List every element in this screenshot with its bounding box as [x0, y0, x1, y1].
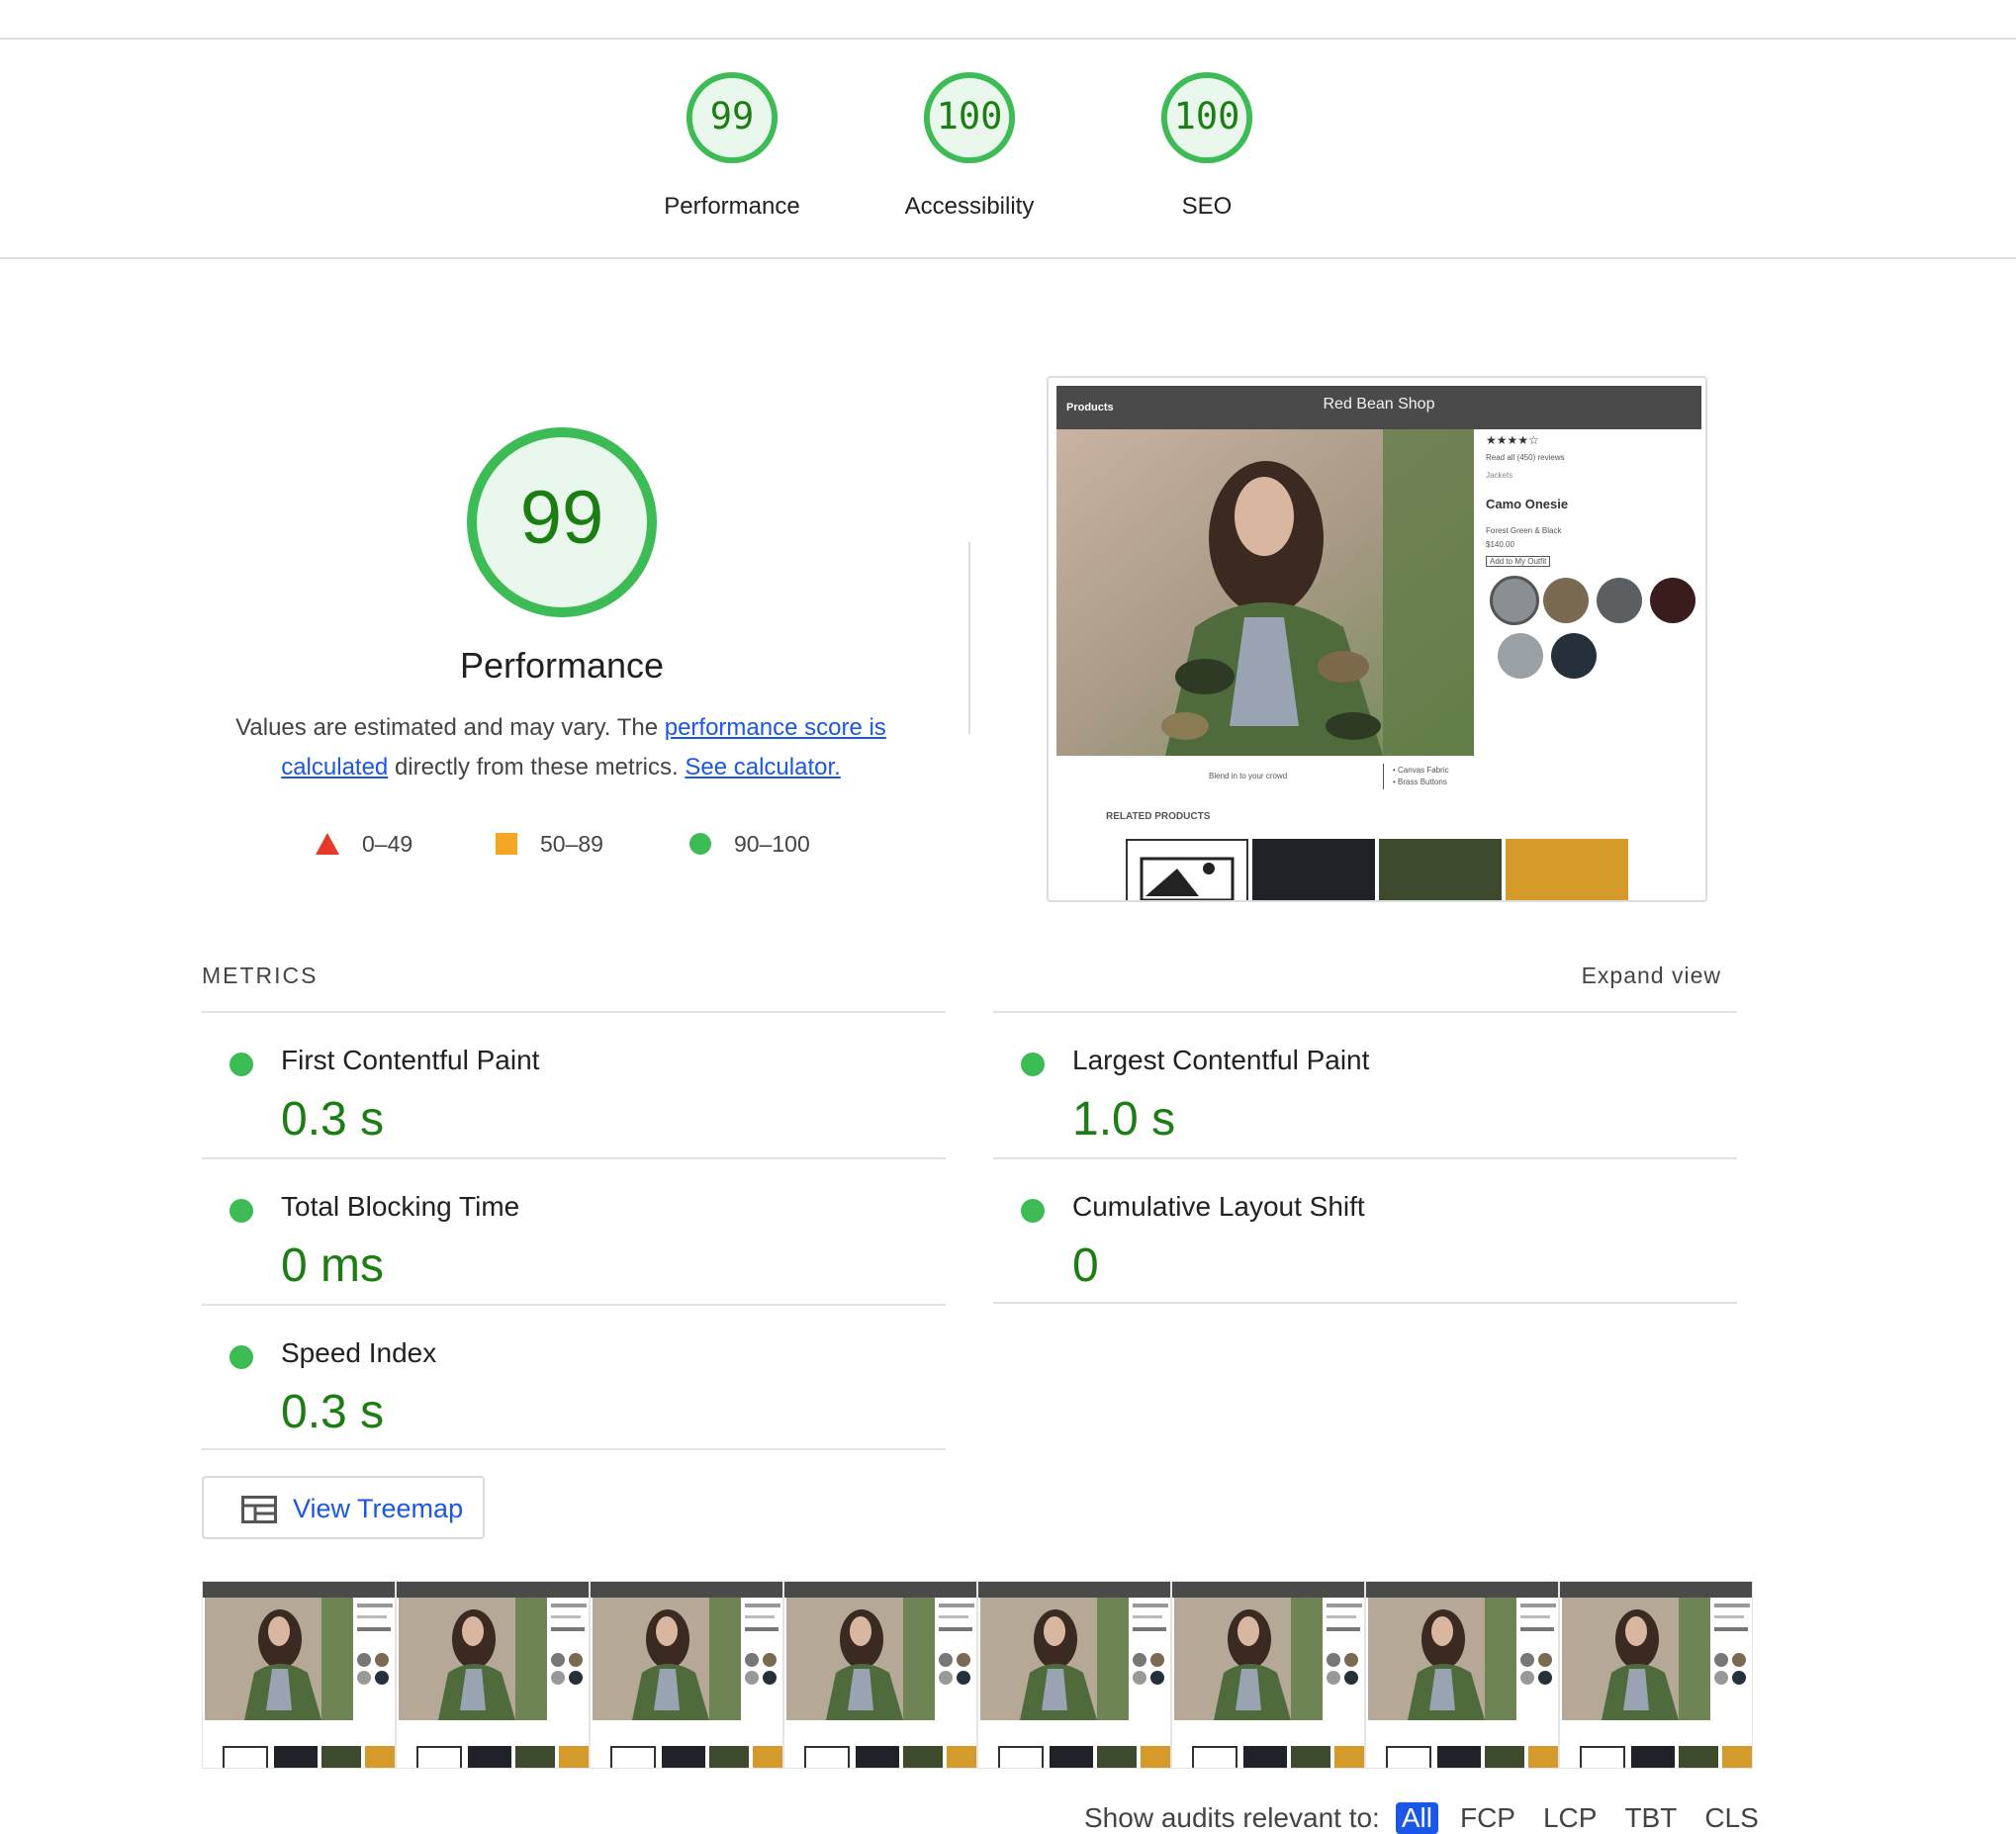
filmstrip-frame: [977, 1581, 1171, 1769]
top-divider: [0, 38, 2016, 40]
view-treemap-label: View Treemap: [293, 1494, 464, 1523]
legend-range: 90–100: [734, 830, 810, 857]
product-photo: [1056, 429, 1474, 756]
metric-title: Largest Contentful Paint: [1072, 1045, 1370, 1075]
gauge-score: 99: [709, 95, 755, 138]
reviews-link[interactable]: Read all (450) reviews: [1486, 453, 1565, 462]
treemap-icon: [241, 1496, 277, 1523]
style-thumbnail[interactable]: [1543, 578, 1589, 623]
metric-value: 0.3 s: [281, 1093, 385, 1146]
feature-item: • Canvas Fabric: [1393, 766, 1449, 775]
metric-divider: [202, 1448, 946, 1450]
performance-title: Performance: [459, 645, 665, 686]
metric-tbt: Total Blocking Time 0 ms: [202, 1159, 946, 1306]
metric-title: Cumulative Layout Shift: [1072, 1191, 1365, 1222]
metric-title: Speed Index: [281, 1337, 437, 1368]
related-products-heading: RELATED PRODUCTS: [1106, 811, 1211, 822]
filmstrip-frame: [1559, 1581, 1753, 1769]
see-calculator-link[interactable]: See calculator.: [685, 754, 840, 780]
audit-filter-label: Show audits relevant to:: [1084, 1802, 1380, 1833]
metric-title: Total Blocking Time: [281, 1191, 520, 1222]
related-product-placeholder[interactable]: [1126, 839, 1248, 900]
legend-range: 50–89: [540, 830, 603, 857]
filmstrip-frame: [1365, 1581, 1559, 1769]
performance-description: Values are estimated and may vary. The p…: [220, 708, 902, 787]
pass-dot-icon: [229, 1345, 253, 1369]
tagline: Blend in to your crowd: [1209, 772, 1288, 780]
square-icon: [496, 833, 517, 855]
metric-value: 0 ms: [281, 1239, 385, 1292]
legend-range: 0–49: [362, 830, 413, 857]
related-product[interactable]: [1506, 839, 1628, 900]
gauge-label: SEO: [1181, 193, 1233, 220]
expand-view-toggle[interactable]: Expand view: [1543, 963, 1721, 989]
final-screenshot[interactable]: Products Red Bean Shop ★★★★☆ Read all (4…: [1047, 376, 1707, 902]
filter-tbt[interactable]: TBT: [1618, 1802, 1683, 1834]
pass-dot-icon: [229, 1053, 253, 1076]
filmstrip: [202, 1581, 1796, 1769]
gauge-label: Accessibility: [904, 193, 1035, 220]
filter-lcp[interactable]: LCP: [1537, 1802, 1603, 1834]
triangle-icon: [316, 833, 339, 855]
product-color: Forest Green & Black: [1486, 526, 1562, 535]
gauge-label: Performance: [664, 193, 800, 220]
pass-dot-icon: [1021, 1199, 1045, 1223]
metric-value: 0.3 s: [281, 1386, 385, 1438]
metric-value: 0: [1072, 1239, 1099, 1292]
filmstrip-frame: [783, 1581, 977, 1769]
metric-title: First Contentful Paint: [281, 1045, 540, 1075]
metric-speed-index: Speed Index 0.3 s: [202, 1306, 946, 1452]
filter-all[interactable]: All: [1395, 1802, 1438, 1834]
filter-fcp[interactable]: FCP: [1454, 1802, 1521, 1834]
filter-cls[interactable]: CLS: [1698, 1802, 1764, 1834]
image-placeholder-icon: [1140, 857, 1235, 900]
vertical-divider: [968, 542, 970, 734]
screenshot-shop-title: Red Bean Shop: [1323, 396, 1435, 413]
screenshot-header: Products Red Bean Shop: [1056, 386, 1701, 429]
metric-divider: [993, 1302, 1737, 1304]
product-price: $140.00: [1486, 540, 1514, 549]
style-thumbnail[interactable]: [1490, 576, 1539, 625]
legend-fail: 0–49: [315, 827, 412, 861]
gauge-accessibility[interactable]: 100 Accessibility: [851, 69, 1088, 221]
related-product[interactable]: [1252, 839, 1375, 900]
product-name: Camo Onesie: [1486, 497, 1569, 511]
audit-filter-bar: Show audits relevant to: All FCP LCP TBT…: [1084, 1802, 1765, 1834]
feature-divider: [1383, 764, 1384, 789]
pass-dot-icon: [229, 1199, 253, 1223]
metric-fcp: First Contentful Paint 0.3 s: [202, 1013, 946, 1159]
gauge-performance[interactable]: 99 Performance: [613, 69, 851, 221]
gauge-score: 100: [1173, 95, 1240, 138]
desc-prefix: Values are estimated and may vary. The: [235, 714, 665, 741]
rating-stars: ★★★★☆: [1486, 433, 1539, 447]
metric-cls: Cumulative Layout Shift 0: [993, 1159, 1737, 1306]
filmstrip-frame: [396, 1581, 590, 1769]
metrics-heading: METRICS: [202, 963, 319, 988]
desc-middle: directly from these metrics.: [388, 754, 686, 780]
legend-pass: 90–100: [688, 827, 810, 861]
style-thumbnail[interactable]: [1650, 578, 1695, 623]
legend-average: 50–89: [495, 827, 603, 861]
metric-lcp: Largest Contentful Paint 1.0 s: [993, 1013, 1737, 1159]
filmstrip-frame: [590, 1581, 783, 1769]
filmstrip-frame: [202, 1581, 396, 1769]
pass-dot-icon: [1021, 1053, 1045, 1076]
product-category: Jackets: [1486, 471, 1513, 480]
view-treemap-button[interactable]: View Treemap: [202, 1476, 485, 1539]
feature-item: • Brass Buttons: [1393, 778, 1447, 786]
related-product[interactable]: [1379, 839, 1502, 900]
gauge-score: 100: [936, 95, 1003, 138]
circle-icon: [689, 833, 711, 855]
gauge-seo[interactable]: 100 SEO: [1088, 69, 1326, 221]
performance-score: 99: [519, 476, 604, 560]
style-thumbnail[interactable]: [1597, 578, 1642, 623]
gauges-divider: [0, 257, 2016, 259]
style-thumbnail[interactable]: [1551, 633, 1597, 679]
metric-value: 1.0 s: [1072, 1093, 1176, 1146]
add-to-outfit-button[interactable]: Add to My Outfit: [1486, 556, 1551, 567]
style-thumbnail[interactable]: [1498, 633, 1543, 679]
filmstrip-frame: [1171, 1581, 1365, 1769]
